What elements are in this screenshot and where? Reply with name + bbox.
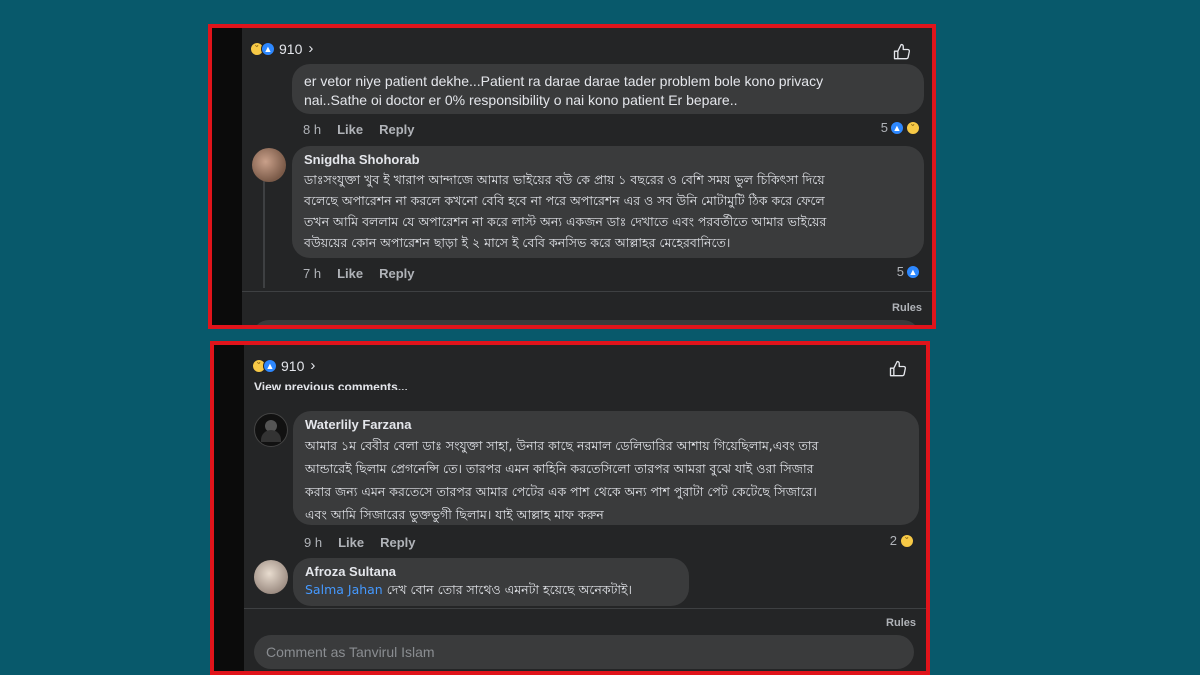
like-outline-icon[interactable]	[892, 42, 912, 62]
comment-text-line: nai..Sathe oi doctor er 0% responsibilit…	[304, 92, 738, 108]
comment-text-line: ডাঃসংযুক্তা খুব ই খারাপ আন্দাজে আমার ভাই…	[304, 172, 825, 187]
sad-reaction-icon: ˘	[906, 120, 920, 135]
comment-time[interactable]: 8 h	[303, 122, 321, 137]
reply-button[interactable]: Reply	[379, 122, 414, 137]
divider	[242, 291, 932, 292]
like-reaction-icon: ▲	[906, 264, 920, 279]
reply-button[interactable]: Reply	[380, 535, 415, 550]
reaction-summary[interactable]: ˘ ▲ 910 ›	[250, 40, 313, 57]
avatar[interactable]	[252, 148, 286, 182]
like-button[interactable]: Like	[337, 122, 363, 137]
avatar[interactable]	[254, 560, 288, 594]
like-reaction-icon: ▲	[261, 41, 275, 56]
comment-author[interactable]: Afroza Sultana	[305, 564, 677, 579]
comment-text-line: তখন আমি বললাম যে অপারেশন না করে লাস্ট অন…	[304, 214, 827, 229]
comment-text: দেখ বোন তোর সাথেও এমনটা হয়েছে অনেকটাই।	[382, 582, 633, 597]
top-screenshot-panel: ˘ ▲ 910 › er vetor niye patient dekhe...…	[208, 24, 936, 329]
comment-reaction-count[interactable]: 5 ▲ ˘	[881, 120, 920, 135]
reaction-summary[interactable]: ˘ ▲ 910 ›	[252, 357, 315, 374]
comment-actions: 7 h Like Reply	[303, 266, 415, 281]
chevron-right-icon: ›	[310, 357, 316, 374]
like-button[interactable]: Like	[337, 266, 363, 281]
comment-text-line: বউয়য়ের কোন অপারেশন ছাড়া ই ২ মাসে ই বে…	[304, 235, 731, 250]
like-button[interactable]: Like	[338, 535, 364, 550]
comment-actions: 9 h Like Reply	[304, 535, 416, 550]
avatar[interactable]	[254, 413, 288, 447]
mention-link[interactable]: Salma Jahan	[305, 582, 383, 597]
comments-pane: ˘ ▲ 910 › View previous comments... Wate…	[244, 345, 926, 671]
reply-button[interactable]: Reply	[379, 266, 414, 281]
comment-text-line: আমার ১ম বেবীর বেলা ডাঃ সংযুক্তা সাহা, উন…	[305, 438, 819, 453]
rules-link[interactable]: Rules	[886, 617, 916, 629]
comment-bubble: Snigdha Shohorab ডাঃসংযুক্তা খুব ই খারাপ…	[292, 146, 924, 258]
sad-reaction-icon: ˘	[900, 533, 914, 548]
comment-time[interactable]: 7 h	[303, 266, 321, 281]
bottom-screenshot-panel: ˘ ▲ 910 › View previous comments... Wate…	[210, 341, 930, 675]
comment-text-line: er vetor niye patient dekhe...Patient ra…	[304, 73, 824, 89]
like-outline-icon[interactable]	[888, 359, 908, 379]
comment-text-line: এবং আমি সিজারের ভুক্তভুগী ছিলাম। যাই আল্…	[305, 507, 604, 522]
reaction-number: 2	[889, 533, 897, 548]
left-edge-bar	[214, 345, 244, 671]
comment-text-line: আন্ডারেই ছিলাম প্রেগনেন্সি তে। তারপর এমন…	[305, 461, 814, 476]
reaction-count: 910	[279, 40, 303, 57]
like-reaction-icon: ▲	[890, 120, 904, 135]
divider	[244, 608, 926, 609]
reaction-number: 5	[880, 120, 888, 135]
comment-bubble: Afroza Sultana Salma Jahan দেখ বোন তোর স…	[293, 558, 689, 606]
comment-bubble: Waterlily Farzana আমার ১ম বেবীর বেলা ডাঃ…	[293, 411, 919, 525]
rules-link[interactable]: Rules	[892, 302, 922, 314]
comment-author[interactable]: Snigdha Shohorab	[304, 152, 912, 167]
left-edge-bar	[212, 28, 242, 325]
comment-author[interactable]: Waterlily Farzana	[305, 417, 907, 432]
reaction-number: 5	[896, 264, 904, 279]
thread-line	[263, 178, 265, 288]
comment-input[interactable]: Comment as Tanvirul Islam	[254, 635, 914, 669]
comments-pane: ˘ ▲ 910 › er vetor niye patient dekhe...…	[242, 28, 932, 325]
chevron-right-icon: ›	[308, 40, 314, 57]
comment-text-line: করার জন্য এমন করতেসে তারপর আমার পেটের এক…	[305, 484, 817, 499]
comment-reaction-count[interactable]: 2 ˘	[890, 533, 914, 548]
comment-text-line: বলেছে অপারেশন না করলে কখনো বেবি হবে না প…	[304, 193, 825, 208]
comment-bubble: er vetor niye patient dekhe...Patient ra…	[292, 64, 924, 114]
comment-time[interactable]: 9 h	[304, 535, 322, 550]
reaction-count: 910	[281, 357, 305, 374]
comment-actions: 8 h Like Reply	[303, 122, 415, 137]
comment-reaction-count[interactable]: 5 ▲	[897, 264, 920, 279]
view-previous-comments-link[interactable]: View previous comments...	[254, 381, 408, 390]
comment-input[interactable]	[252, 320, 920, 325]
like-reaction-icon: ▲	[263, 358, 277, 373]
